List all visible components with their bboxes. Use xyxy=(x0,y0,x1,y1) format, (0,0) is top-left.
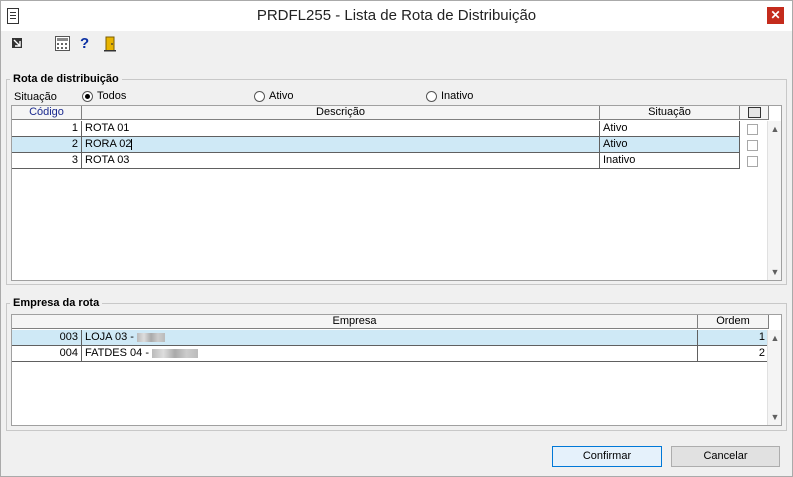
rota-grid[interactable]: Código Descrição Situação 1 ROTA 01 Ativ… xyxy=(11,105,782,281)
redacted-text xyxy=(136,332,165,342)
col-header-ordem[interactable]: Ordem xyxy=(698,315,769,329)
table-row[interactable]: 1 ROTA 01 Ativo xyxy=(12,121,740,137)
radio-inativo[interactable]: Inativo xyxy=(426,90,473,102)
row-empresa-nome: FATDES 04 - xyxy=(82,346,698,362)
row-descricao: RORA 02 xyxy=(82,137,600,153)
title-bar: PRDFL255 - Lista de Rota de Distribuição… xyxy=(1,1,792,31)
scroll-down-icon[interactable]: ▼ xyxy=(769,266,781,278)
radio-todos-dot xyxy=(82,90,93,102)
empresa-scrollbar[interactable]: ▲ ▼ xyxy=(767,330,781,425)
table-row[interactable]: 004 FATDES 04 - 2 xyxy=(12,346,769,362)
row-empresa-nome-text: LOJA 03 - xyxy=(85,331,134,343)
table-row[interactable]: 3 ROTA 03 Inativo xyxy=(12,153,740,169)
row-empresa-codigo: 004 xyxy=(12,346,82,362)
empresa-legend: Empresa da rota xyxy=(10,297,103,309)
row-codigo: 2 xyxy=(12,137,82,153)
rota-scrollbar[interactable]: ▲ ▼ xyxy=(767,121,781,280)
row-situacao: Inativo xyxy=(600,153,740,169)
row-descricao: ROTA 01 xyxy=(82,121,600,137)
door-icon[interactable] xyxy=(102,36,118,52)
situacao-label: Situação xyxy=(14,91,57,103)
radio-todos-label: Todos xyxy=(97,90,127,102)
cancelar-button[interactable]: Cancelar xyxy=(671,446,780,467)
select-all-checkbox[interactable] xyxy=(747,107,761,118)
table-row-selected[interactable]: 2 RORA 02 Ativo xyxy=(12,137,740,153)
confirmar-button[interactable]: Confirmar xyxy=(552,446,662,467)
window: PRDFL255 - Lista de Rota de Distribuição… xyxy=(0,0,793,477)
scroll-up-icon[interactable]: ▲ xyxy=(769,332,781,344)
row-ordem: 2 xyxy=(698,346,769,362)
toolbar: ? xyxy=(1,32,792,58)
row-empresa-nome: LOJA 03 - xyxy=(82,330,698,346)
radio-todos[interactable]: Todos xyxy=(82,90,126,102)
col-header-empresa[interactable]: Empresa xyxy=(12,315,698,329)
row-codigo: 1 xyxy=(12,121,82,137)
row-situacao: Ativo xyxy=(600,121,740,137)
radio-inativo-dot xyxy=(426,90,437,102)
row-codigo: 3 xyxy=(12,153,82,169)
row-descricao-text: RORA 02 xyxy=(85,138,132,150)
help-icon[interactable]: ? xyxy=(80,36,89,52)
radio-ativo-dot xyxy=(254,90,265,102)
radio-ativo-label: Ativo xyxy=(269,90,294,102)
close-button[interactable]: ✕ xyxy=(767,7,784,24)
row-empresa-nome-text: FATDES 04 - xyxy=(85,347,149,359)
row-checkbox[interactable] xyxy=(747,140,758,151)
rota-legend: Rota de distribuição xyxy=(10,73,122,85)
col-header-codigo[interactable]: Código xyxy=(12,106,82,120)
calculator-icon[interactable] xyxy=(55,36,70,52)
radio-inativo-label: Inativo xyxy=(441,90,474,102)
row-descricao: ROTA 03 xyxy=(82,153,600,169)
redacted-text xyxy=(152,348,199,358)
row-checkbox[interactable] xyxy=(747,124,758,135)
empresa-grid[interactable]: Empresa Ordem 003 LOJA 03 - 1 004 FATDES… xyxy=(11,314,782,426)
confirmar-button-label: Confirmar xyxy=(582,450,632,462)
radio-ativo[interactable]: Ativo xyxy=(254,90,293,102)
row-checkbox[interactable] xyxy=(747,156,758,167)
scroll-down-icon[interactable]: ▼ xyxy=(769,411,781,423)
scroll-up-icon[interactable]: ▲ xyxy=(769,123,781,135)
window-title: PRDFL255 - Lista de Rota de Distribuição xyxy=(256,7,537,24)
cancelar-button-label: Cancelar xyxy=(703,450,748,462)
row-situacao: Ativo xyxy=(600,137,740,153)
row-ordem: 1 xyxy=(698,330,769,346)
text-cursor xyxy=(131,138,133,150)
table-row-selected[interactable]: 003 LOJA 03 - 1 xyxy=(12,330,769,346)
row-empresa-codigo: 003 xyxy=(12,330,82,346)
col-header-select[interactable] xyxy=(740,106,769,120)
col-header-situacao[interactable]: Situação xyxy=(600,106,740,120)
col-header-descricao[interactable]: Descrição xyxy=(82,106,600,120)
exit-icon[interactable] xyxy=(11,36,23,52)
